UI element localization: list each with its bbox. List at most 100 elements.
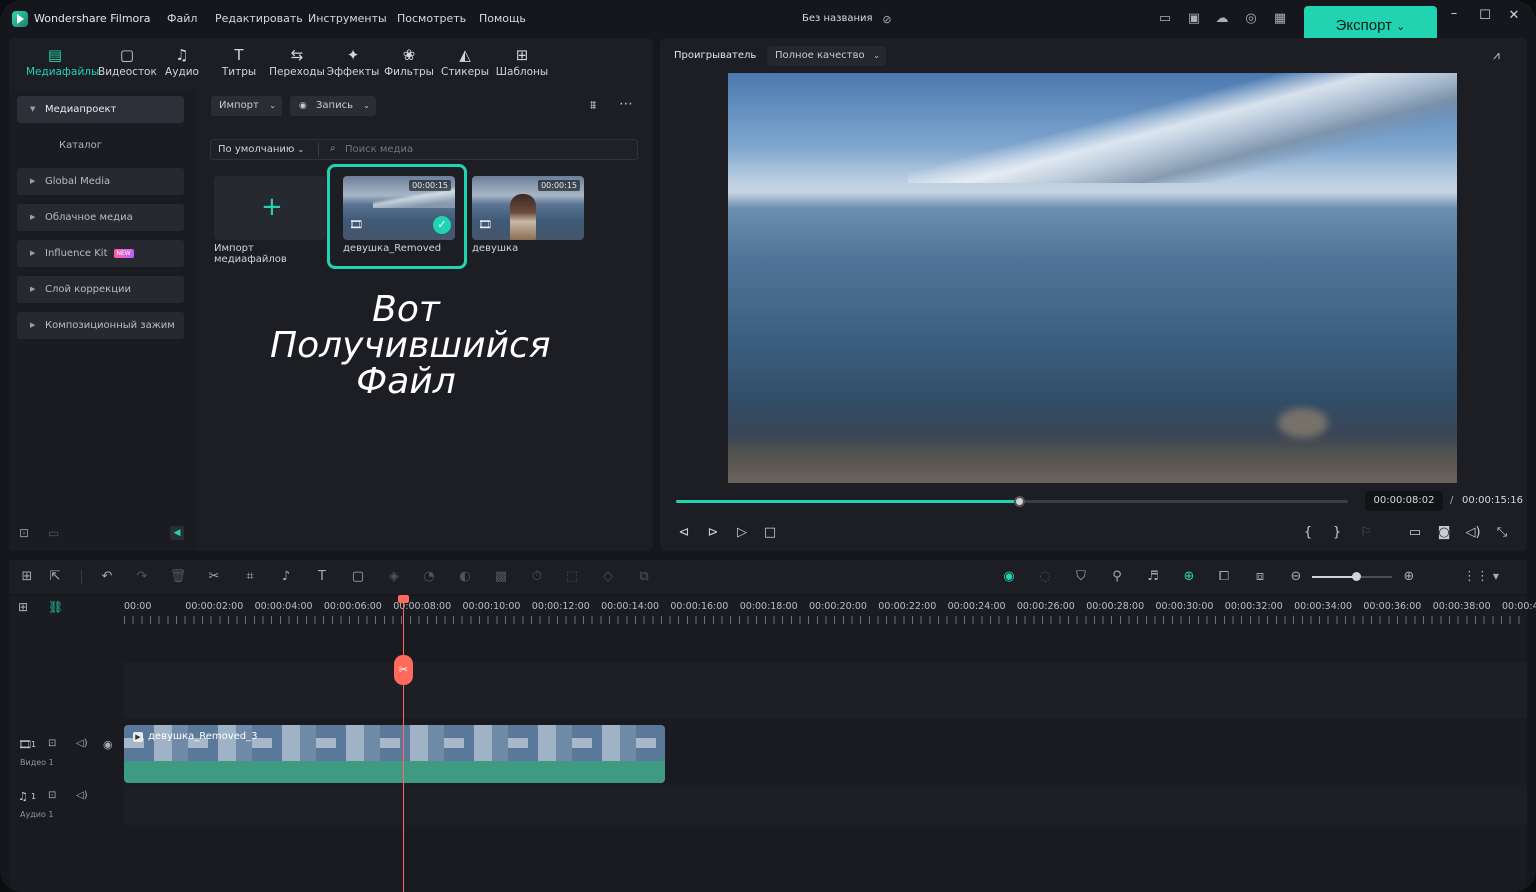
tab-templates[interactable]: ⊞ Шаблоны [493, 46, 551, 78]
shield-icon[interactable]: ⛉ [1072, 568, 1090, 586]
mute-icon[interactable]: ◁) [76, 738, 88, 749]
video-preview [728, 73, 1457, 483]
mark-in-icon[interactable]: { [1299, 524, 1317, 542]
menu-view[interactable]: Посмотреть [397, 12, 466, 25]
ruler-ticks [124, 616, 1527, 624]
chevron-down-icon[interactable]: ▼ [1487, 568, 1505, 586]
track-height-icon[interactable]: ⋮⋮ [1463, 568, 1489, 586]
collapse-sidebar-icon[interactable]: ◀ [170, 526, 184, 540]
undo-icon[interactable]: ↶ [98, 568, 116, 586]
zoom-in-icon[interactable]: ⊕ [1400, 568, 1418, 586]
layout-grid-icon[interactable]: ⊞ [18, 568, 36, 586]
media-thumb-removed[interactable]: 00:00:15 🎞 ✓ [343, 176, 455, 240]
tab-media[interactable]: ▤ Медиафайлы [26, 46, 99, 78]
tab-transitions[interactable]: ⇆ Переходы [268, 46, 326, 78]
freeze-frame-icon: ▩ [494, 569, 508, 584]
split-scissors-icon[interactable]: ✂ [394, 655, 413, 685]
tab-filters[interactable]: ❀ Фильтры [380, 46, 438, 78]
progress-knob[interactable] [1013, 496, 1025, 507]
link-icon[interactable]: ⛓ [48, 600, 63, 614]
sidebar-item-project-media[interactable]: ▼ Медиапроект [17, 96, 184, 123]
mute-icon[interactable]: ◁) [76, 790, 88, 801]
volume-icon[interactable]: ◁) [1464, 524, 1482, 542]
tab-titles[interactable]: T Титры [210, 46, 268, 78]
menu-help[interactable]: Помощь [479, 12, 526, 25]
music-list-icon[interactable]: ♬ [1144, 568, 1162, 586]
cloud-upload-icon[interactable]: ☁ [1214, 11, 1230, 27]
zoom-out-icon[interactable]: ⊖ [1287, 568, 1305, 586]
chevron-down-icon: ⌄ [873, 51, 880, 60]
replace-icon[interactable]: ⧈ [1251, 568, 1269, 586]
step-back-icon[interactable]: ⊲ [675, 524, 693, 542]
fullscreen-icon[interactable]: ⤡ [1493, 524, 1511, 542]
sort-dropdown[interactable]: По умолчанию ⌄ [218, 144, 304, 155]
new-folder-icon[interactable]: ⊡ [19, 526, 29, 540]
sidebar-item-cloud-media[interactable]: ▶ Облачное медиа [17, 204, 184, 231]
filter-sort-icon[interactable]: ⩩ [590, 98, 596, 113]
media-thumb-original[interactable]: 00:00:15 🎞 [472, 176, 584, 240]
stop-icon[interactable]: □ [761, 524, 779, 542]
sidebar-item-adjustment-layer[interactable]: ▶ Слой коррекции [17, 276, 184, 303]
more-options-icon[interactable]: ⋯ [619, 96, 633, 112]
tab-stock[interactable]: ▢ Видеосток [98, 46, 157, 78]
divider [81, 570, 82, 584]
new-badge: NEW [113, 248, 134, 258]
menu-file[interactable]: Файл [167, 12, 197, 25]
record-dropdown[interactable]: ◉ Запись ⌄ [290, 96, 376, 116]
mark-out-icon[interactable]: } [1328, 524, 1346, 542]
sidebar-item-global-media[interactable]: ▶ Global Media [17, 168, 184, 195]
select-pointer-icon[interactable]: ⇱ [46, 568, 64, 586]
monitor-icon[interactable]: ▭ [1406, 524, 1424, 542]
play-icon[interactable]: ▷ [733, 524, 751, 542]
waveform-chart-icon[interactable]: ⩘ [1493, 48, 1500, 63]
pip-icon[interactable]: ⧠ [1215, 568, 1233, 586]
split-scissors-icon[interactable]: ✂ [205, 568, 223, 586]
ruler-label: 00:00:36:00 [1363, 601, 1422, 612]
snap-magnet-icon[interactable]: ⊕ [1180, 568, 1198, 586]
close-icon[interactable]: ✕ [1504, 8, 1524, 26]
save-icon[interactable]: ▣ [1186, 11, 1202, 27]
step-forward-icon[interactable]: ⊳ [704, 524, 722, 542]
lock-icon[interactable]: ⊡ [48, 790, 56, 801]
duration-badge: 00:00:15 [538, 180, 580, 191]
sidebar-item-influence-kit[interactable]: ▶ Influence Kit NEW [17, 240, 184, 267]
menu-edit[interactable]: Редактировать [215, 12, 303, 25]
eye-icon[interactable]: ◉ [103, 738, 113, 751]
quality-dropdown[interactable]: Полное качество ⌄ [767, 46, 886, 66]
zoom-slider[interactable] [1312, 572, 1392, 581]
ai-assistant-icon[interactable]: ◉ [1000, 568, 1018, 586]
text-tool-icon[interactable]: T [313, 568, 331, 586]
crop-icon[interactable]: ⌗ [241, 568, 259, 586]
apps-grid-icon[interactable]: ▦ [1272, 11, 1288, 27]
zoom-knob[interactable] [1352, 572, 1361, 581]
import-dropdown[interactable]: Импорт ⌄ [211, 96, 282, 116]
folder-icon: ▭ [48, 526, 60, 540]
progress-track[interactable] [676, 496, 1348, 507]
import-media-card[interactable]: + [214, 176, 326, 240]
lock-icon[interactable]: ⊡ [48, 738, 56, 749]
add-track-icon[interactable]: ⊞ [18, 600, 28, 614]
playhead-handle[interactable] [398, 595, 409, 603]
tab-stickers[interactable]: ◭ Стикеры [436, 46, 494, 78]
layout-icon[interactable]: ▭ [1157, 11, 1173, 27]
headset-icon[interactable]: ◎ [1243, 11, 1259, 27]
tab-effects[interactable]: ✦ Эффекты [324, 46, 382, 78]
mask-icon[interactable]: ▢ [349, 568, 367, 586]
tab-audio[interactable]: ♫ Аудио [153, 46, 211, 78]
timeline-clip[interactable]: ▶ девушка_Removed_3 [124, 725, 665, 783]
menu-tools[interactable]: Инструменты [308, 12, 387, 25]
snapshot-camera-icon[interactable]: ◙ [1435, 524, 1453, 542]
sidebar-item-compound-clip[interactable]: ▶ Композиционный зажим [17, 312, 184, 339]
maximize-icon[interactable]: ☐ [1475, 8, 1495, 26]
microphone-icon[interactable]: ⚲ [1108, 568, 1126, 586]
caret-down-icon: ▼ [30, 105, 36, 113]
audio-track-label: Аудио 1 [20, 810, 54, 819]
divider [318, 142, 319, 157]
search-input[interactable] [345, 141, 630, 158]
sidebar-item-catalog[interactable]: Каталог [59, 140, 102, 151]
playhead-line[interactable] [403, 596, 404, 892]
duration-badge: 00:00:15 [409, 180, 451, 191]
minimize-icon[interactable]: – [1444, 6, 1464, 24]
player-tab[interactable]: Проигрыватель [674, 50, 756, 61]
audio-edit-icon[interactable]: ♪ [277, 568, 295, 586]
